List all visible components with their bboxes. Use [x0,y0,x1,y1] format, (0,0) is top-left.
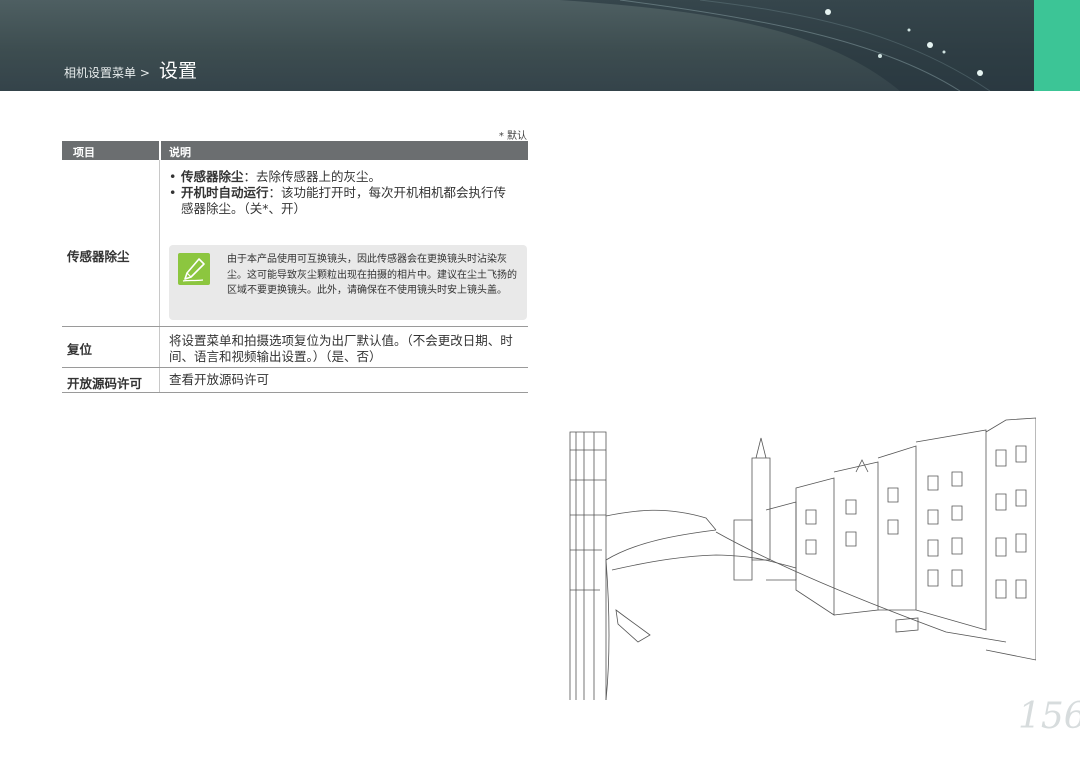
breadcrumb: 相机设置菜单 > 设置 [64,56,197,83]
column-header-item: 项目 [73,146,95,159]
page-number: 156 [1018,696,1080,737]
row-description: 传感器除尘：去除传感器上的灰尘。 开机时自动运行：该功能打开时，每次开机相机都会… [169,169,509,217]
page-header: 相机设置菜单 > 设置 [0,0,1034,91]
note-text: 由于本产品使用可互换镜头，因此传感器会在更换镜头时沾染灰尘。这可能导致灰尘颗粒出… [227,254,517,296]
pen-note-icon [178,253,210,285]
default-note: * 默认 [498,131,527,142]
page-title: 设置 [158,60,197,82]
row-label: 开放源码许可 [67,376,143,391]
row-description: 将设置菜单和拍摄选项复位为出厂默认值。（不会更改日期、时间、语言和视频输出设置。… [169,333,513,364]
note-box: 由于本产品使用可互换镜头，因此传感器会在更换镜头时沾染灰尘。这可能导致灰尘颗粒出… [169,245,527,320]
table-row: 复位 将设置菜单和拍摄选项复位为出厂默认值。（不会更改日期、时间、语言和视频输出… [62,327,528,368]
city-canal-illustration [569,417,1036,701]
chapter-tab[interactable] [1034,0,1080,91]
breadcrumb-parent[interactable]: 相机设置菜单 > [64,66,150,80]
row-label: 传感器除尘 [67,249,130,264]
list-item: 开机时自动运行：该功能打开时，每次开机相机都会执行传感器除尘。（关*、开） [169,185,509,217]
table-row: 传感器除尘 传感器除尘：去除传感器上的灰尘。 开机时自动运行：该功能打开时，每次… [62,160,528,327]
table-row: 开放源码许可 查看开放源码许可 [62,368,528,393]
table-header: 项目 说明 [62,141,528,160]
row-label: 复位 [67,342,93,357]
row-description: 查看开放源码许可 [169,372,270,387]
settings-table: 项目 说明 传感器除尘 传感器除尘：去除传感器上的灰尘。 开机时自动运行：该功能… [62,141,528,393]
list-item: 传感器除尘：去除传感器上的灰尘。 [169,169,509,185]
column-header-description: 说明 [169,146,191,159]
